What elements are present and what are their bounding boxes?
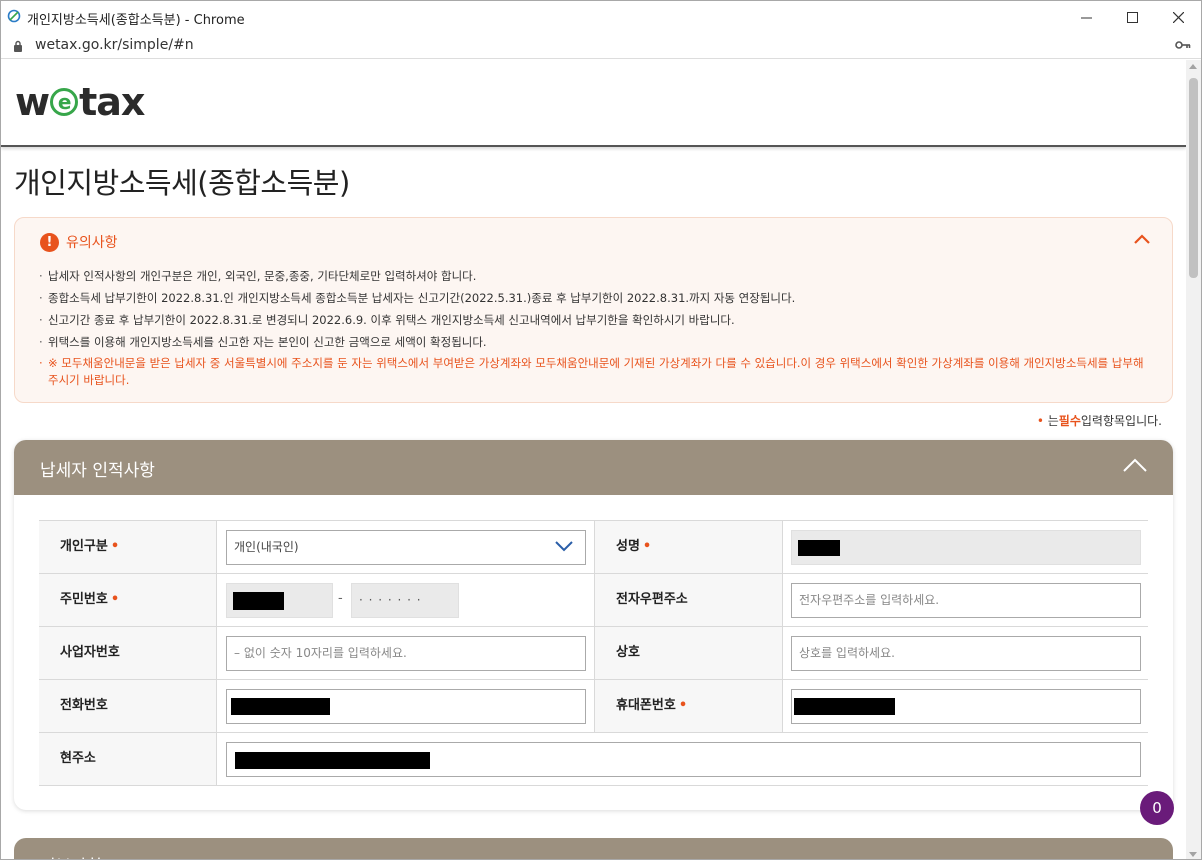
address-label: 현주소: [39, 733, 216, 785]
close-icon: [1172, 11, 1184, 23]
rrn-front-field: [226, 583, 333, 618]
mobile-label: 휴대폰번호 •: [594, 680, 782, 732]
notice-box: ! 유의사항 납세자 인적사항의 개인구분은 개인, 외국인, 문중,종중, 기…: [14, 217, 1173, 403]
redacted-block: [233, 592, 284, 610]
name-label: 성명 •: [594, 521, 782, 573]
taxpayer-type-select[interactable]: 개인(내국인): [226, 530, 586, 565]
company-label: 상호: [594, 627, 782, 679]
wetax-logo[interactable]: w e tax: [15, 80, 145, 124]
email-label: 전자우편주소: [594, 574, 782, 626]
notice-item: 납세자 인적사항의 개인구분은 개인, 외국인, 문중,종중, 기타단체로만 입…: [39, 265, 1149, 287]
email-field[interactable]: 전자우편주소를 입력하세요.: [791, 583, 1141, 618]
basic-info-section-header[interactable]: 기본사항: [14, 838, 1173, 859]
notice-heading: 유의사항: [66, 235, 118, 251]
browser-window: 개인지방소득세(종합소득분) - Chrome wetax.go.kr/simp…: [0, 0, 1202, 860]
collapse-chevron-icon[interactable]: [1134, 234, 1150, 244]
notice-list: 납세자 인적사항의 개인구분은 개인, 외국인, 문중,종중, 기타단체로만 입…: [39, 265, 1149, 389]
minimize-icon: [1080, 17, 1092, 18]
warning-icon: !: [40, 232, 59, 252]
form-row: 현주소: [39, 733, 1148, 786]
phone-label: 전화번호: [39, 680, 216, 732]
chevron-down-icon: [555, 541, 573, 552]
section-header[interactable]: 납세자 인적사항: [14, 440, 1173, 495]
phone-field[interactable]: [226, 689, 586, 724]
title-bar: 개인지방소득세(종합소득분) - Chrome: [1, 1, 1201, 33]
notice-header: ! 유의사항: [40, 232, 118, 252]
page-viewport: wetax 개인지방소득세(종합소득분) ! 유의사항 납세자 인적사항의 개인…: [1, 60, 1186, 859]
scroll-thumb[interactable]: [1189, 78, 1198, 278]
minimize-button[interactable]: [1063, 1, 1109, 33]
chevron-up-icon[interactable]: [1123, 458, 1147, 472]
notice-item: 신고기간 종료 후 납부기한이 2022.8.31.로 변경되니 2022.6.…: [39, 309, 1149, 331]
form-row: 주민번호 • - · · · · · · · 전자우편주소 전자우편주소를 입력하…: [39, 574, 1148, 627]
window-title: 개인지방소득세(종합소득분) - Chrome: [27, 13, 245, 28]
name-field: [791, 530, 1141, 565]
notice-warning: ※ 모두채움안내문을 받은 납세자 중 서울특별시에 주소지를 둔 자는 위택스…: [39, 355, 1149, 389]
site-header: w e tax: [1, 60, 1186, 147]
business-number-field[interactable]: – 없이 숫자 10자리를 입력하세요.: [226, 636, 586, 671]
rrn-label: 주민번호 •: [39, 574, 216, 626]
taxpayer-type-label: 개인구분 •: [39, 521, 216, 573]
rrn-dash: -: [338, 591, 343, 606]
form-row: 사업자번호 – 없이 숫자 10자리를 입력하세요. 상호 상호를 입력하세요.: [39, 627, 1148, 680]
redacted-block: [235, 752, 430, 769]
taxpayer-form: 개인구분 • 개인(내국인) 성명 • 주민번호 • - · · · · · ·…: [39, 520, 1148, 786]
page-title: 개인지방소득세(종합소득분): [14, 166, 350, 200]
address-bar[interactable]: wetax.go.kr/simple/#n: [1, 33, 1201, 59]
notice-item: 종합소득세 납부기한이 2022.8.31.인 개인지방소득세 종합소득분 납세…: [39, 287, 1149, 309]
redacted-block: [794, 698, 895, 715]
form-row: 전화번호 휴대폰번호 •: [39, 680, 1148, 733]
rrn-back-field: · · · · · · ·: [351, 583, 459, 618]
key-icon[interactable]: [1175, 39, 1191, 51]
scroll-up-icon[interactable]: [1189, 64, 1197, 69]
wetax-favicon-icon: [7, 9, 21, 23]
form-row: 개인구분 • 개인(내국인) 성명 •: [39, 521, 1148, 574]
address-field[interactable]: [226, 742, 1141, 777]
notice-item: 위택스를 이용해 개인지방소득세를 신고한 자는 본인이 신고한 금액으로 세액…: [39, 331, 1149, 353]
url-text[interactable]: wetax.go.kr/simple/#n: [35, 37, 194, 53]
company-field[interactable]: 상호를 입력하세요.: [791, 636, 1141, 671]
redacted-block: [231, 698, 330, 715]
page-scrollbar[interactable]: [1186, 60, 1201, 859]
close-button[interactable]: [1155, 1, 1201, 33]
maximize-button[interactable]: [1109, 1, 1155, 33]
section-title: 기본사항: [40, 852, 103, 859]
maximize-icon: [1126, 11, 1138, 23]
scroll-down-icon[interactable]: [1189, 852, 1197, 857]
chat-badge[interactable]: 0: [1140, 791, 1174, 825]
taxpayer-info-section: 납세자 인적사항 개인구분 • 개인(내국인) 성명 • 주민번호 • - · …: [14, 440, 1173, 810]
required-note: • 는필수입력항목입니다.: [1036, 414, 1162, 428]
business-number-label: 사업자번호: [39, 627, 216, 679]
logo-e-icon: e: [50, 88, 79, 116]
mobile-field[interactable]: [791, 689, 1141, 724]
section-title: 납세자 인적사항: [40, 461, 155, 481]
redacted-block: [798, 540, 840, 556]
lock-icon: [14, 40, 22, 52]
